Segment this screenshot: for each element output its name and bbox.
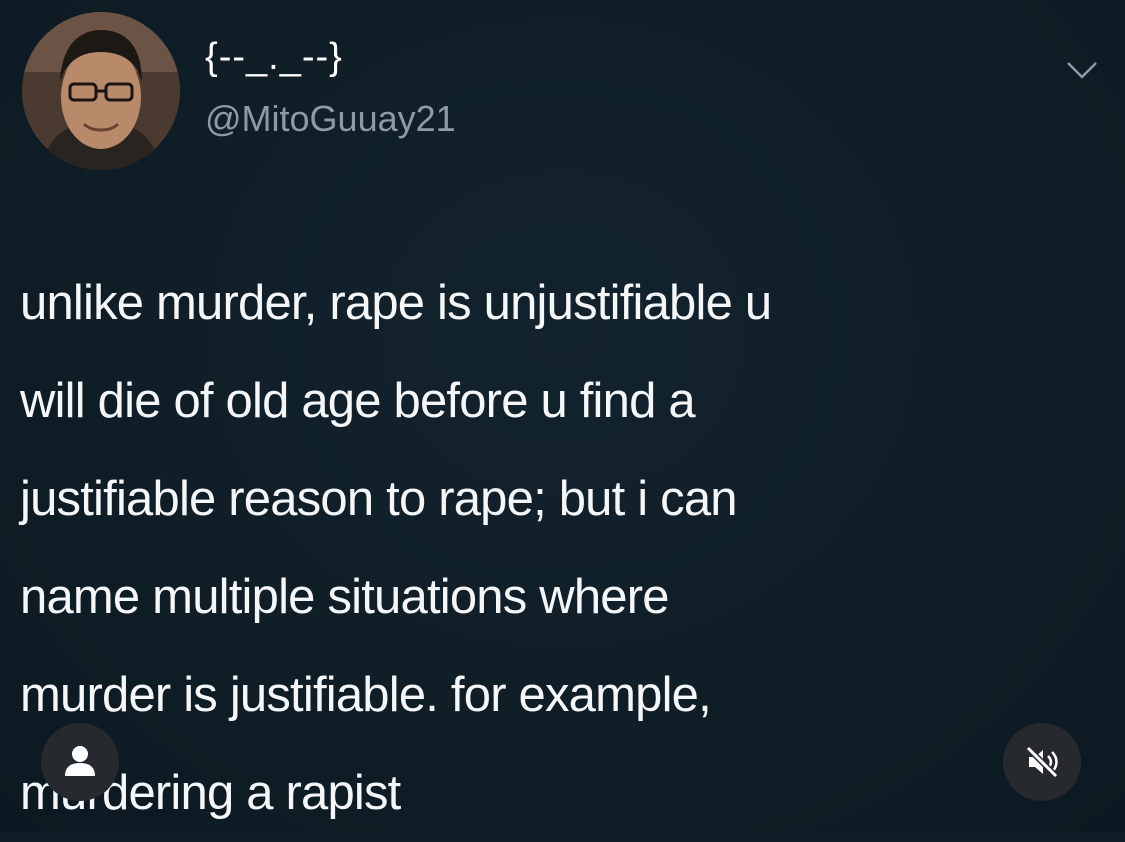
display-name[interactable]: {--_._--} [205,36,343,79]
tweet-text-line: murder is justifiable. for example, [20,668,712,722]
tweet-card: {--_._--} @MitoGuuay21 unlike murder, ra… [0,0,1125,833]
person-icon [65,746,95,776]
chevron-down-icon[interactable] [1062,55,1102,87]
profile-button[interactable] [41,723,119,801]
avatar-photo [22,12,180,170]
user-handle[interactable]: @MitoGuuay21 [205,98,456,140]
tweet-text-line: justifiable reason to rape; but i can [20,472,738,526]
tweet-text: unlike murder, rape is unjustifiable u w… [20,254,1020,842]
tweet-text-line: will die of old age before u find a [20,374,696,428]
tweet-text-line: name multiple situations where [20,570,670,624]
tweet-text-line: murdering a rapist [20,766,401,820]
mute-button[interactable] [1003,723,1081,801]
tweet-text-line: unlike murder, rape is unjustifiable u [20,276,772,330]
avatar[interactable] [22,12,180,170]
speaker-muted-icon [1025,745,1059,779]
